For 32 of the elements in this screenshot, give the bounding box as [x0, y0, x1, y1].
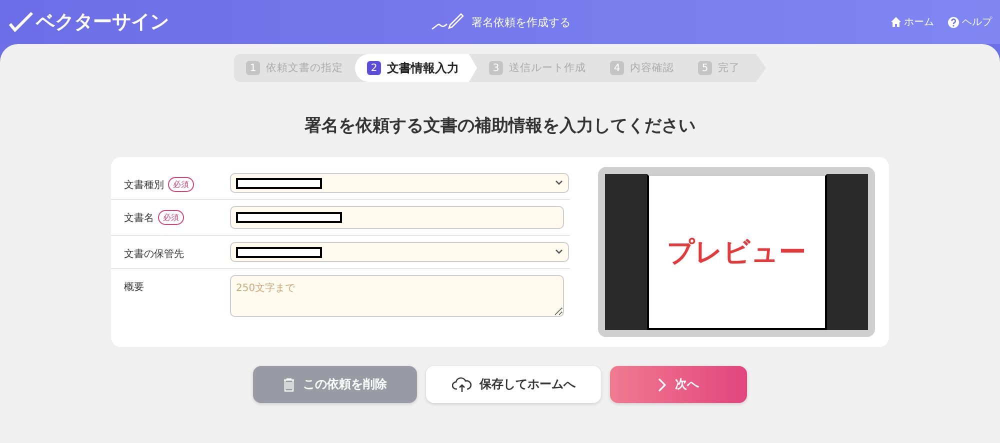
home-link[interactable]: ホーム — [891, 15, 934, 29]
preview-label: プレビュー — [667, 236, 806, 270]
field-label: 文書名 — [124, 212, 154, 225]
cloud-upload-icon — [452, 376, 472, 392]
field-label: 概要 — [124, 280, 144, 294]
select-field[interactable] — [230, 173, 569, 193]
step-tab[interactable]: 3 送信ルート作成 — [477, 54, 598, 82]
summary-field[interactable]: 250文字まで — [230, 275, 564, 317]
step-tab[interactable]: 2 文書情報入力 — [355, 54, 477, 82]
check-mark-icon — [8, 11, 34, 33]
form-heading: 署名を依頼する文書の補助情報を入力してください — [304, 115, 696, 137]
step-tab[interactable]: 5 完了 — [686, 54, 752, 82]
help-icon — [948, 16, 959, 28]
select-field[interactable] — [230, 242, 569, 262]
help-link[interactable]: ヘルプ — [948, 15, 992, 29]
step-tab[interactable]: 4 内容確認 — [598, 54, 686, 82]
chevron-down-icon — [555, 249, 563, 255]
page-title: 署名依頼を作成する — [472, 14, 570, 30]
trash-icon — [283, 378, 295, 392]
field-label: 文書種別 — [124, 178, 164, 192]
input-field[interactable] — [230, 206, 564, 229]
delete-button[interactable]: この依頼を削除 — [253, 366, 417, 403]
chevron-right-icon — [658, 378, 667, 392]
step-tab[interactable]: 1 依頼文書の指定 — [234, 54, 355, 82]
logo-text: ベクターサイン — [36, 10, 169, 35]
required-badge: 必須 — [158, 210, 184, 225]
next-button[interactable]: 次へ — [610, 366, 747, 403]
chevron-down-icon — [555, 180, 563, 186]
required-badge: 必須 — [168, 177, 194, 192]
field-label: 文書の保管先 — [124, 248, 184, 261]
home-icon — [891, 17, 901, 27]
save-button[interactable]: 保存してホームへ — [426, 366, 601, 403]
